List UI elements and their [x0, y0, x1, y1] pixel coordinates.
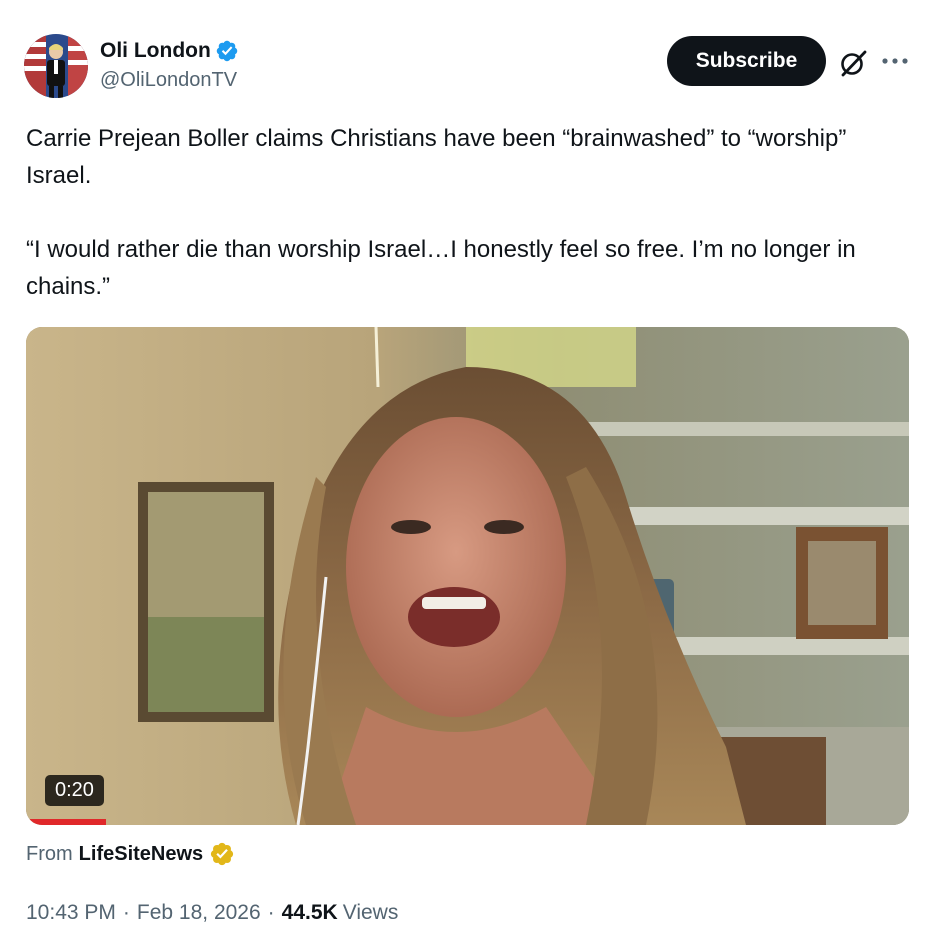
author-handle[interactable]: @OliLondonTV	[100, 69, 239, 92]
more-icon[interactable]	[881, 54, 909, 68]
display-name[interactable]: Oli London	[100, 39, 211, 63]
tweet-meta: 10:43 PM · Feb 18, 2026 · 44.5K Views	[26, 898, 398, 928]
source-from-label: From	[26, 842, 73, 865]
verified-badge-icon[interactable]	[215, 39, 239, 63]
video-thumbnail	[26, 327, 909, 825]
views-count: 44.5K	[281, 901, 338, 924]
gold-verified-badge-icon[interactable]	[209, 841, 235, 867]
tweet-text-paragraph-1: Carrie Prejean Boller claims Christians …	[26, 125, 847, 189]
tweet-time[interactable]: 10:43 PM	[26, 901, 116, 925]
video-player[interactable]: 0:20	[26, 327, 909, 825]
avatar[interactable]	[24, 34, 88, 98]
views-label: Views	[342, 901, 399, 924]
video-duration: 0:20	[45, 775, 104, 806]
meta-separator: ·	[267, 901, 275, 924]
subscribe-button[interactable]: Subscribe	[667, 36, 826, 86]
tweet-text-paragraph-2: “I would rather die than worship Israel……	[26, 236, 856, 300]
tweet-text: Carrie Prejean Boller claims Christians …	[26, 120, 896, 305]
grok-icon[interactable]	[838, 48, 868, 78]
avatar-image	[24, 34, 88, 98]
author-block: Oli London @OliLondonTV	[100, 38, 239, 92]
source-attribution: From LifeSiteNews	[26, 840, 235, 868]
tweet-card: Oli London @OliLondonTV Subscribe Carrie…	[0, 0, 931, 951]
source-name-link[interactable]: LifeSiteNews	[79, 843, 203, 866]
meta-separator: ·	[122, 901, 130, 924]
tweet-date[interactable]: Feb 18, 2026	[137, 901, 261, 925]
